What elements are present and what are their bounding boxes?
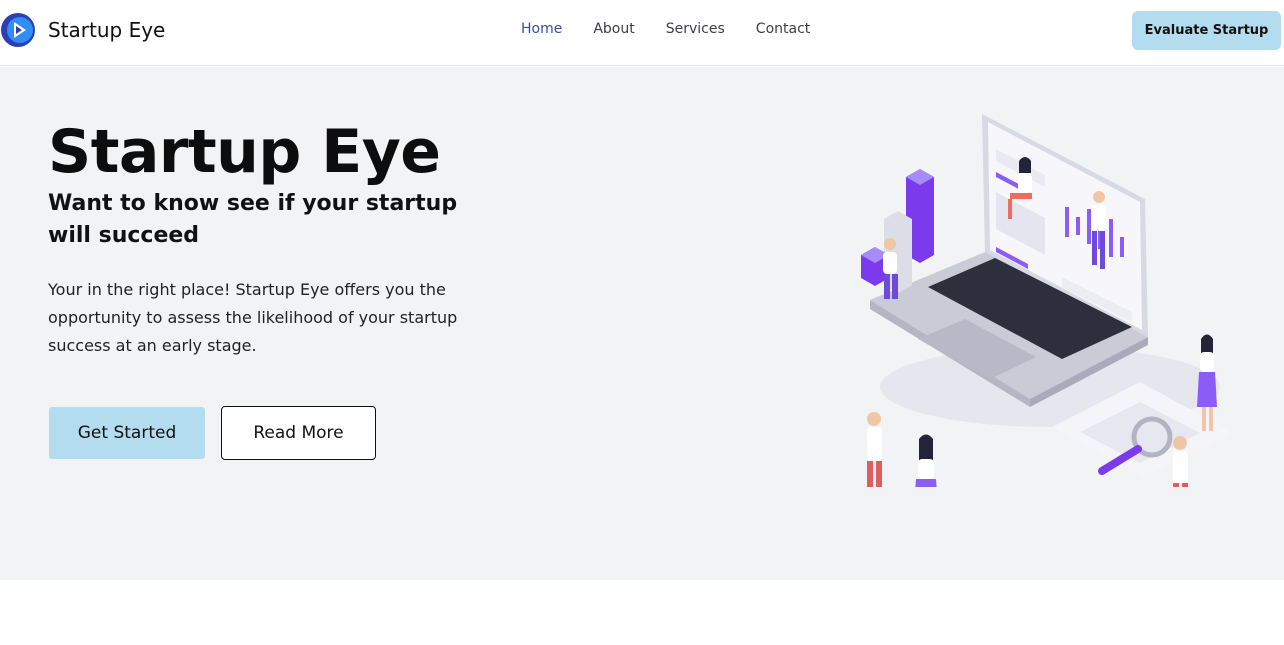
brand-name: Startup Eye xyxy=(48,18,166,42)
hero-description: Your in the right place! Startup Eye off… xyxy=(48,280,458,355)
nav-link-home[interactable]: Home xyxy=(521,21,562,37)
navbar: Startup Eye Home About Services Contact … xyxy=(0,0,1284,66)
hero-subtitle: Want to know see if your startup will su… xyxy=(48,191,458,248)
nav-link-about[interactable]: About xyxy=(593,21,634,37)
hero-section: Startup Eye Want to know see if your sta… xyxy=(0,67,1284,580)
play-circle-icon xyxy=(1,13,35,47)
lower-section xyxy=(0,580,1284,645)
nav-links: Home About Services Contact xyxy=(521,21,841,37)
nav-link-contact[interactable]: Contact xyxy=(756,21,810,37)
get-started-button[interactable]: Get Started xyxy=(49,407,205,459)
hero-title: Startup Eye xyxy=(48,117,441,187)
nav-link-services[interactable]: Services xyxy=(666,21,725,37)
evaluate-startup-button[interactable]: Evaluate Startup xyxy=(1132,11,1281,50)
laptop-analytics-illustration xyxy=(861,114,1232,487)
brand[interactable]: Startup Eye xyxy=(0,12,165,48)
read-more-button[interactable]: Read More xyxy=(221,406,376,460)
